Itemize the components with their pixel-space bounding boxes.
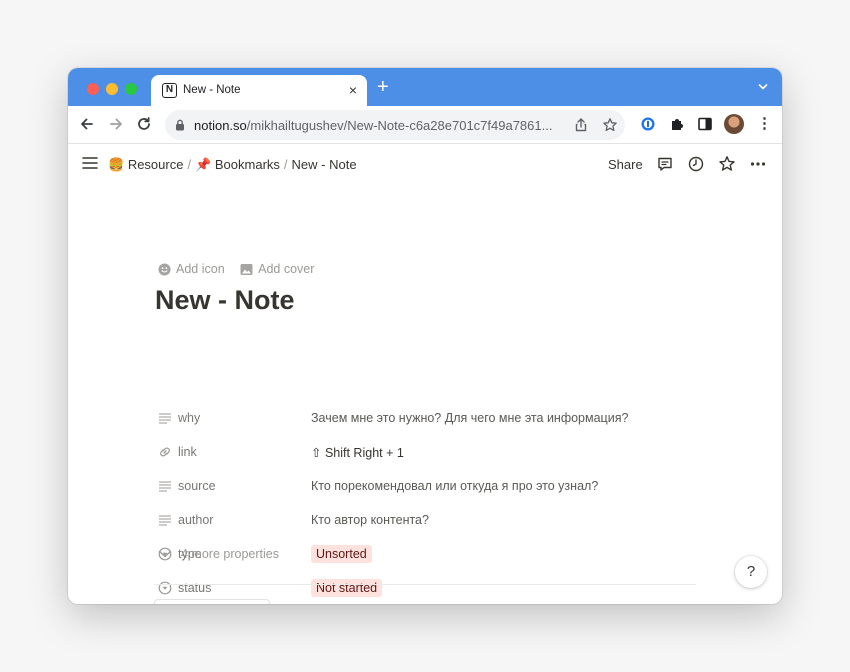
browser-toolbar: notion.so/mikhailtugushev/New-Note-c6a28… — [68, 106, 782, 144]
comment-icon[interactable] — [656, 155, 674, 173]
divider — [154, 584, 696, 585]
more-properties-toggle[interactable]: 4 more properties — [158, 547, 279, 561]
page-content: Add icon Add cover New - Note why Зачем … — [68, 184, 782, 604]
reload-icon[interactable] — [135, 115, 153, 133]
more-properties-label: 4 more properties — [181, 547, 279, 561]
add-icon-button[interactable]: Add icon — [158, 262, 225, 276]
password-manager-icon[interactable] — [640, 116, 656, 132]
property-row-source[interactable]: source Кто порекомендовал или откуда я п… — [158, 474, 718, 500]
browser-tab[interactable]: N New - Note × — [151, 75, 367, 106]
page-title[interactable]: New - Note — [155, 285, 295, 316]
property-value[interactable]: Кто порекомендовал или откуда я про это … — [311, 479, 598, 493]
back-icon[interactable] — [78, 115, 96, 133]
browser-menu-icon[interactable]: ⋮ — [757, 116, 772, 132]
smiley-icon — [158, 263, 171, 275]
pushpin-icon: 📌 — [195, 157, 212, 172]
share-button[interactable]: Share — [608, 157, 643, 172]
bookmark-star-icon[interactable] — [602, 117, 618, 133]
clock-history-icon[interactable] — [687, 155, 705, 173]
breadcrumb: 🍔 Resource / 📌 Bookmarks / New - Note — [108, 157, 357, 173]
property-value[interactable]: Зачем мне это нужно? Для чего мне эта ин… — [311, 411, 628, 425]
notion-topbar: 🍔 Resource / 📌 Bookmarks / New - Note Share — [68, 144, 782, 184]
close-window-button[interactable] — [87, 83, 99, 95]
property-value[interactable]: ⇧ Shift Right + 1 — [311, 445, 404, 460]
address-bar[interactable]: notion.so/mikhailtugushev/New-Note-c6a28… — [165, 110, 625, 140]
hamburger-menu-icon[interactable] — [82, 156, 98, 170]
property-value[interactable]: Кто автор контента? — [311, 513, 429, 527]
hamburger-emoji-icon: 🍔 — [108, 157, 125, 172]
link-icon — [160, 447, 170, 457]
text-icon — [159, 515, 171, 526]
property-name: source — [178, 479, 216, 493]
notion-icon: N — [162, 83, 177, 98]
chevron-down-icon — [158, 550, 172, 558]
property-row-author[interactable]: author Кто автор контента? — [158, 508, 718, 534]
favorite-star-icon[interactable] — [718, 155, 736, 173]
chevron-down-icon[interactable] — [758, 82, 768, 92]
comment-box-partial[interactable] — [154, 599, 270, 604]
breadcrumb-item-resource[interactable]: 🍔 Resource — [108, 157, 183, 173]
breadcrumb-item-bookmarks[interactable]: 📌 Bookmarks — [195, 157, 280, 173]
new-tab-button[interactable]: + — [377, 77, 389, 97]
url-text: notion.so/mikhailtugushev/New-Note-c6a28… — [194, 118, 553, 133]
property-name: why — [178, 411, 201, 425]
tab-close-icon[interactable]: × — [349, 82, 357, 98]
side-panel-icon[interactable] — [697, 116, 713, 132]
tab-title: New - Note — [183, 84, 241, 96]
maximize-window-button[interactable] — [125, 83, 137, 95]
browser-window: N New - Note × + notion.so/mikhailtugush… — [68, 68, 782, 604]
page-actions: Add icon Add cover — [158, 262, 326, 279]
breadcrumb-item-current[interactable]: New - Note — [292, 157, 357, 172]
property-row-link[interactable]: link ⇧ Shift Right + 1 — [158, 440, 718, 466]
minimize-window-button[interactable] — [106, 83, 118, 95]
help-button[interactable]: ? — [735, 556, 767, 588]
property-name: link — [178, 445, 197, 459]
status-badge[interactable]: Not started — [311, 579, 383, 597]
tab-bar: N New - Note × + — [68, 68, 782, 106]
property-row-why[interactable]: why Зачем мне это нужно? Для чего мне эт… — [158, 406, 718, 432]
text-icon — [159, 413, 171, 424]
forward-icon[interactable] — [107, 115, 125, 133]
add-cover-button[interactable]: Add cover — [240, 262, 314, 276]
extensions-puzzle-icon[interactable] — [669, 116, 685, 132]
status-badge[interactable]: Unsorted — [311, 545, 372, 563]
image-icon — [240, 263, 253, 275]
share-page-icon[interactable] — [573, 117, 589, 133]
profile-avatar[interactable] — [724, 114, 744, 134]
text-icon — [159, 481, 171, 492]
more-options-icon[interactable] — [749, 155, 767, 173]
lock-icon — [176, 119, 184, 131]
property-name: author — [178, 513, 214, 527]
